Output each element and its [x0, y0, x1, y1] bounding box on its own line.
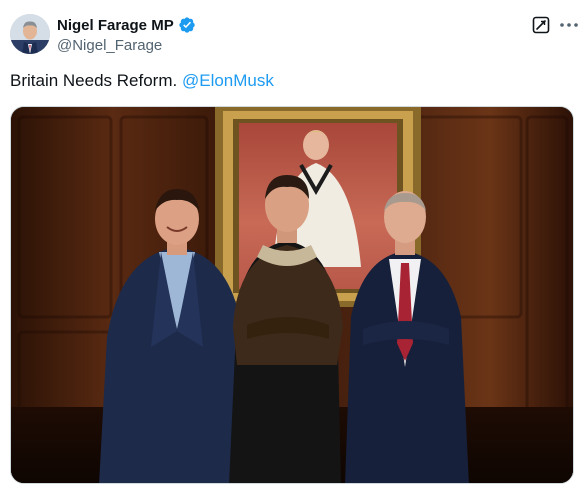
- display-name-row: Nigel Farage MP: [57, 15, 196, 35]
- grok-icon[interactable]: [532, 16, 550, 34]
- author-names: Nigel Farage MP @Nigel_Farage: [57, 15, 196, 54]
- display-name[interactable]: Nigel Farage MP: [57, 17, 174, 34]
- tweet-body: Britain Needs Reform.: [10, 71, 178, 90]
- tweet-header: Nigel Farage MP @Nigel_Farage: [8, 12, 580, 56]
- avatar[interactable]: [10, 14, 50, 54]
- mention-link[interactable]: @ElonMusk: [182, 71, 274, 90]
- tweet-photo[interactable]: [10, 106, 574, 484]
- tweet-text: Britain Needs Reform. @ElonMusk: [10, 70, 274, 92]
- author-handle[interactable]: @Nigel_Farage: [57, 37, 196, 54]
- more-icon[interactable]: [558, 14, 580, 36]
- verified-badge-icon: [178, 16, 196, 34]
- avatar-image: [10, 14, 50, 54]
- photo-image: [11, 107, 573, 483]
